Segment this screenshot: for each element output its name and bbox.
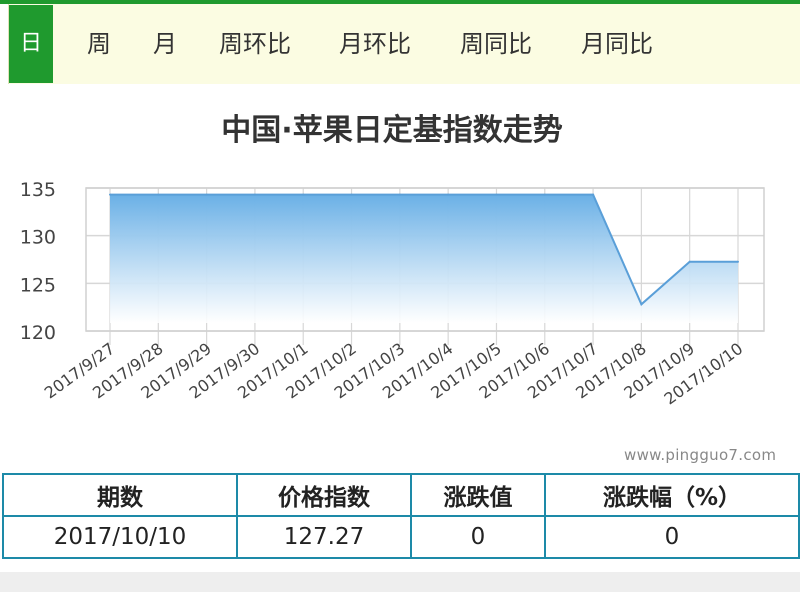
- y-axis-ticks: 120 125 130 135: [20, 179, 56, 344]
- table-header-row: 期数 价格指数 涨跌值 涨跌幅（%）: [2, 473, 800, 517]
- series-area: [110, 194, 738, 323]
- cell-change-percent: 0: [544, 515, 800, 559]
- tab-day[interactable]: 日: [9, 5, 53, 83]
- data-point: [157, 193, 160, 196]
- cell-price-index: 127.27: [236, 515, 412, 559]
- header-change-value: 涨跌值: [410, 473, 546, 517]
- header-period: 期数: [2, 473, 238, 517]
- data-point: [592, 193, 595, 196]
- data-point: [447, 193, 450, 196]
- index-trend-chart: 中国·苹果日定基指数走势 120 125 130 135 2017/9/272017/…: [20, 113, 765, 409]
- tab-week-year-on-year[interactable]: 周同比: [460, 4, 532, 84]
- footer-bar: [0, 572, 800, 592]
- watermark-text: www.pingguo7.com: [624, 446, 777, 464]
- data-point: [350, 193, 353, 196]
- tab-month[interactable]: 月: [153, 4, 177, 84]
- chart-area-fill: [109, 193, 739, 323]
- tab-week-on-week[interactable]: 周环比: [219, 4, 291, 84]
- header-price-index: 价格指数: [236, 473, 412, 517]
- data-point: [495, 193, 498, 196]
- chart-area: 中国·苹果日定基指数走势 120 125 130 135 2017/9/27 2017/…: [0, 100, 800, 470]
- data-point: [109, 193, 111, 196]
- y-tick-label: 120: [20, 322, 56, 344]
- data-point: [543, 193, 546, 196]
- y-tick-label: 130: [20, 227, 56, 249]
- data-point: [398, 193, 401, 196]
- data-point: [205, 193, 208, 196]
- tab-month-year-on-year[interactable]: 月同比: [581, 4, 653, 84]
- period-tabs: 日 周 月 周环比 月环比 周同比 月同比: [8, 4, 800, 84]
- y-tick-label: 125: [20, 274, 56, 296]
- table-row: 2017/10/10 127.27 0 0: [2, 515, 800, 559]
- data-point: [302, 193, 305, 196]
- tab-week[interactable]: 周: [87, 4, 111, 84]
- index-stats-table: 期数 价格指数 涨跌值 涨跌幅（%） 2017/10/10 127.27 0 0: [2, 473, 800, 559]
- header-change-percent: 涨跌幅（%）: [544, 473, 800, 517]
- data-point: [688, 260, 691, 263]
- cell-change-value: 0: [410, 515, 546, 559]
- y-tick-label: 135: [20, 179, 56, 201]
- x-axis-ticks: 2017/9/272017/9/282017/9/292017/9/302017…: [41, 339, 747, 409]
- data-point: [737, 260, 739, 263]
- data-point: [253, 193, 256, 196]
- cell-period: 2017/10/10: [2, 515, 238, 559]
- tab-month-on-month[interactable]: 月环比: [339, 4, 411, 84]
- chart-title: 中国·苹果日定基指数走势: [221, 113, 562, 148]
- data-point: [640, 303, 643, 306]
